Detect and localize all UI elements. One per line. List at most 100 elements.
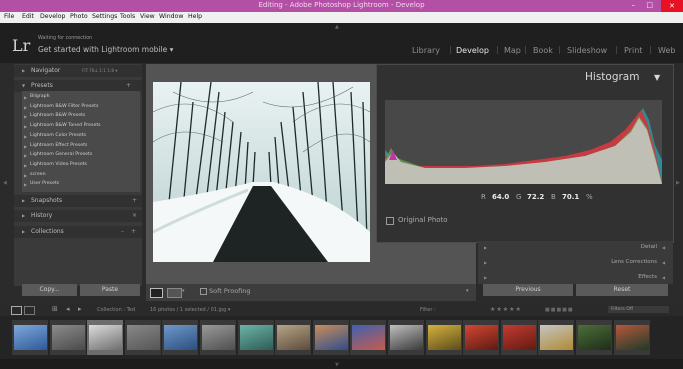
preset-folder-item[interactable]: Lightroom B&W Presets <box>30 113 85 118</box>
detail-collapse-icon[interactable]: ◀ <box>662 245 665 250</box>
close-button[interactable]: ✕ <box>661 0 683 12</box>
clear-history-icon[interactable]: × <box>132 212 137 219</box>
lens-corrections-header[interactable]: Lens Corrections <box>611 259 657 265</box>
module-slideshow[interactable]: Slideshow <box>567 46 607 55</box>
collections-plus-icon[interactable]: + <box>131 228 136 235</box>
lens-toggle-icon[interactable]: ▶ <box>484 260 487 265</box>
screen-1-icon[interactable] <box>11 306 22 315</box>
paste-settings-button[interactable]: Paste <box>80 284 140 296</box>
filmstrip-thumbnail[interactable] <box>352 325 386 350</box>
preset-folder-toggle-icon[interactable]: ▶ <box>24 153 27 158</box>
preset-folder-item[interactable]: Lightroom Color Presets <box>30 133 86 138</box>
menu-window[interactable]: Window <box>159 13 183 20</box>
menu-view[interactable]: View <box>140 13 155 20</box>
filmstrip-thumbnail[interactable] <box>202 325 235 350</box>
preset-folder-item[interactable]: Lightroom B&W Toned Presets <box>30 123 101 128</box>
menu-settings[interactable]: Settings <box>92 13 117 20</box>
add-snapshot-icon[interactable]: + <box>132 197 137 204</box>
preset-folder-item[interactable]: Lightroom General Presets <box>30 152 92 157</box>
loupe-view-icon[interactable] <box>150 288 163 298</box>
menu-tools[interactable]: Tools <box>120 13 135 20</box>
previous-button[interactable]: Previous <box>483 284 573 296</box>
filmstrip-thumbnail[interactable] <box>239 325 273 350</box>
filmstrip-thumbnail[interactable] <box>465 325 499 350</box>
preset-folder-toggle-icon[interactable]: ▶ <box>24 163 27 168</box>
filmstrip-thumbnail[interactable] <box>314 325 348 350</box>
filmstrip-thumbnail[interactable] <box>578 325 611 350</box>
menu-file[interactable]: File <box>4 13 14 20</box>
reset-button[interactable]: Reset <box>576 284 668 296</box>
filmstrip-thumbnail[interactable] <box>540 325 574 350</box>
module-web[interactable]: Web <box>658 46 675 55</box>
collapse-bottom-arrow[interactable]: ▼ <box>335 362 339 368</box>
rating-filter-stars-icon[interactable]: ★★★★★ <box>490 306 522 313</box>
effects-panel-header[interactable]: Effects <box>638 274 657 280</box>
menu-help[interactable]: Help <box>188 13 202 20</box>
before-after-view-icon[interactable] <box>167 288 182 298</box>
collections-minus-icon[interactable]: – <box>121 228 124 235</box>
mobile-cta-link[interactable]: Get started with Lightroom mobile ▾ <box>38 45 173 54</box>
preset-folder-item[interactable]: Lightroom Effect Presets <box>30 143 87 148</box>
filmstrip-thumbnail[interactable] <box>164 325 198 350</box>
preset-folder-item[interactable]: Bilgraph <box>30 94 50 99</box>
photo-count[interactable]: 16 photos / 1 selected / 01.jpg ▾ <box>150 307 230 313</box>
module-print[interactable]: Print <box>624 46 642 55</box>
filter-preset-dropdown[interactable]: Filters Off <box>608 306 669 313</box>
toolbar-options-dropdown-icon[interactable]: ▾ <box>466 288 469 294</box>
color-filter-icon[interactable]: ■■■■■ <box>545 307 574 313</box>
soft-proofing-checkbox[interactable] <box>200 288 207 295</box>
menu-develop[interactable]: Develop <box>40 13 65 20</box>
preset-folder-toggle-icon[interactable]: ▶ <box>24 173 27 178</box>
maximize-button[interactable]: □ <box>646 1 653 9</box>
collapse-left-arrow[interactable]: ◀ <box>3 180 7 186</box>
filmstrip-thumbnail[interactable] <box>126 325 160 350</box>
preset-folder-toggle-icon[interactable]: ▶ <box>24 95 27 100</box>
screen-2-icon[interactable] <box>24 306 35 315</box>
preset-folder-toggle-icon[interactable]: ▶ <box>24 114 27 119</box>
grid-view-icon[interactable]: ⊞ <box>52 305 58 313</box>
filmstrip-thumbnail[interactable] <box>615 325 649 350</box>
histogram-collapse-icon[interactable]: ▼ <box>654 73 660 82</box>
minimize-button[interactable]: – <box>632 1 636 9</box>
module-develop[interactable]: Develop <box>456 46 489 55</box>
preset-folder-item[interactable]: screen <box>30 172 46 177</box>
preset-folder-toggle-icon[interactable]: ▶ <box>24 182 27 187</box>
forward-arrow-icon[interactable]: ▸ <box>78 305 82 313</box>
filmstrip-thumbnail[interactable] <box>51 325 85 350</box>
copy-settings-button[interactable]: Copy... <box>22 284 77 296</box>
main-photo[interactable] <box>153 82 370 262</box>
preset-folder-toggle-icon[interactable]: ▶ <box>24 144 27 149</box>
filmstrip-thumbnail[interactable] <box>502 325 536 350</box>
preset-folder-item[interactable]: Lightroom Video Presets <box>30 162 87 167</box>
detail-panel-header[interactable]: Detail <box>641 244 657 250</box>
collapse-right-arrow[interactable]: ▶ <box>676 180 680 186</box>
filmstrip-thumbnail[interactable] <box>14 325 47 350</box>
preset-folder-item[interactable]: Lightroom B&W Filter Presets <box>30 104 98 109</box>
preset-folder-toggle-icon[interactable]: ▶ <box>24 134 27 139</box>
module-map[interactable]: Map <box>504 46 521 55</box>
original-photo-checkbox[interactable] <box>386 217 394 225</box>
collection-source[interactable]: Collection : Ted <box>97 307 135 313</box>
effects-toggle-icon[interactable]: ▶ <box>484 275 487 280</box>
back-arrow-icon[interactable]: ◂ <box>66 305 70 313</box>
module-book[interactable]: Book <box>533 46 553 55</box>
filmstrip-thumbnail[interactable] <box>277 325 311 350</box>
menu-photo[interactable]: Photo <box>70 13 88 20</box>
filmstrip-thumbnail[interactable] <box>89 325 123 350</box>
preset-folder-toggle-icon[interactable]: ▶ <box>24 124 27 129</box>
navigator-zoom-options[interactable]: FIT FILL 1:1 1:8 ▾ <box>82 68 117 73</box>
lens-collapse-icon[interactable]: ◀ <box>662 260 665 265</box>
add-preset-icon[interactable]: + <box>126 82 131 89</box>
module-library[interactable]: Library <box>412 46 440 55</box>
histogram-graph[interactable] <box>385 100 662 184</box>
preset-folder-toggle-icon[interactable]: ▶ <box>24 105 27 110</box>
filmstrip-thumbnail[interactable] <box>390 325 423 350</box>
collapse-top-arrow[interactable]: ▲ <box>335 24 339 30</box>
preset-folder-item[interactable]: User Presets <box>30 181 59 186</box>
detail-toggle-icon[interactable]: ▶ <box>484 245 487 250</box>
filmstrip-thumbnail[interactable] <box>427 325 461 350</box>
effects-collapse-icon[interactable]: ◀ <box>662 275 665 280</box>
menu-edit[interactable]: Edit <box>22 13 34 20</box>
navigator-expand-icon: ▶ <box>22 68 26 73</box>
view-mode-dropdown-icon[interactable]: ▾ <box>182 288 185 294</box>
